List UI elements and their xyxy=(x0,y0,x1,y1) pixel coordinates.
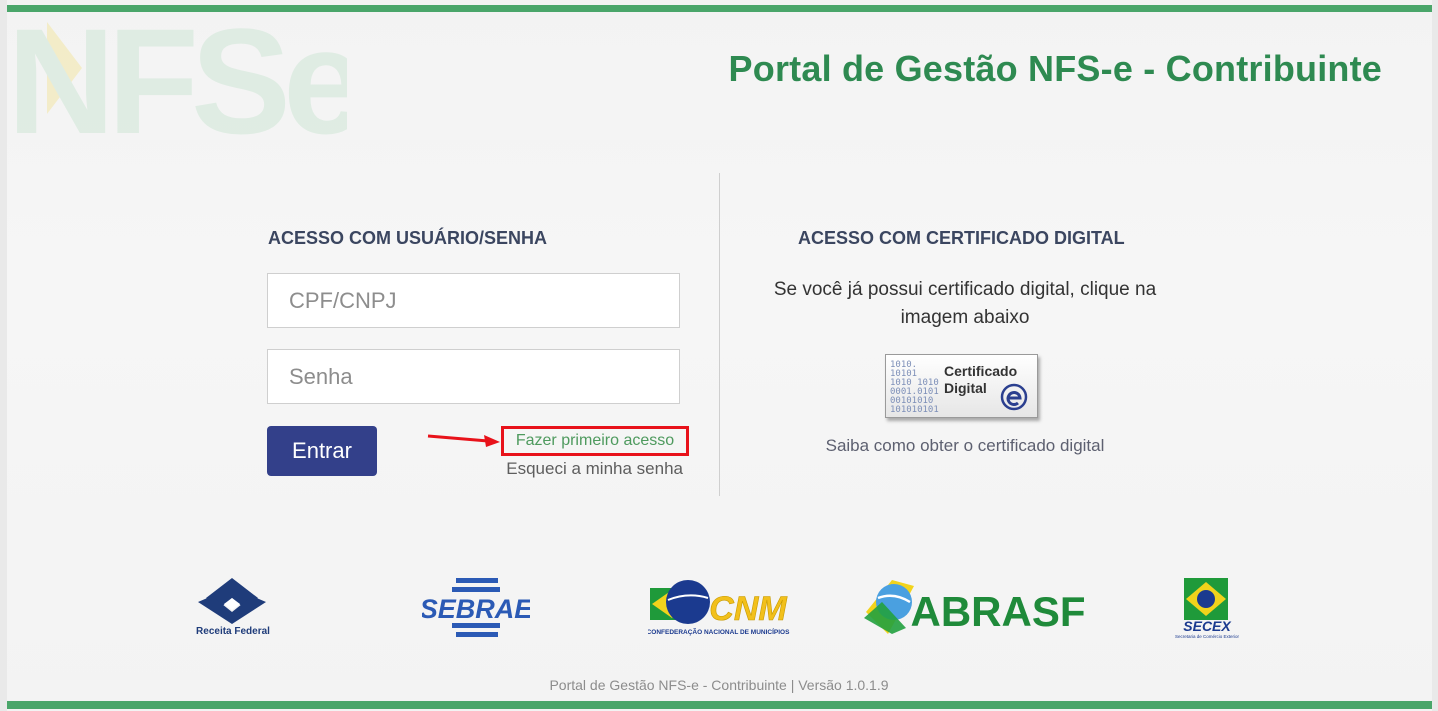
secex-sublabel: Secretaria de Comércio Exterior xyxy=(1175,634,1240,639)
certificate-badge-line2: Digital xyxy=(944,380,987,396)
cpf-cnpj-input[interactable] xyxy=(267,273,680,328)
section-divider xyxy=(719,173,720,496)
sebrae-logo: SEBRAE xyxy=(422,578,530,637)
certificate-instruction: Se você já possui certificado digital, c… xyxy=(773,279,1157,328)
receita-federal-logo: Receita Federal xyxy=(196,578,270,637)
password-input[interactable] xyxy=(267,349,680,404)
logo-text: NFSe xyxy=(7,8,347,138)
page-title: Portal de Gestão NFS-e - Contribuinte xyxy=(728,48,1382,89)
first-access-link[interactable]: Fazer primeiro acesso xyxy=(501,426,689,456)
cnm-sublabel: CONFEDERAÇÃO NACIONAL DE MUNICÍPIOS xyxy=(648,627,790,636)
e-emblem-icon xyxy=(1000,383,1028,411)
certificate-badge-line1: Certificado xyxy=(944,363,1018,379)
binary-pattern-icon: 1010. 10101 1010 1010 0001.0101 00101010 1010… xyxy=(890,360,939,415)
login-button[interactable]: Entrar xyxy=(267,426,377,476)
certificate-section-title: ACESSO COM CERTIFICADO DIGITAL xyxy=(798,228,1125,248)
digital-certificate-button[interactable]: 1010. 10101 1010 1010 0001.0101 00101010 1010… xyxy=(885,354,1038,418)
forgot-password-link[interactable]: Esqueci a minha senha xyxy=(503,459,683,479)
receita-label: Receita Federal xyxy=(196,626,270,637)
login-section-title: ACESSO COM USUÁRIO/SENHA xyxy=(268,228,548,248)
cnm-label: CNM xyxy=(709,590,787,628)
abrasf-label: ABRASF xyxy=(911,588,1086,635)
sebrae-label: SEBRAE xyxy=(422,594,530,624)
abrasf-logo: ABRASF xyxy=(864,580,1086,635)
secex-label: SECEX xyxy=(1183,618,1232,634)
cnm-logo: CNM CONFEDERAÇÃO NACIONAL DE MUNICÍPIOS xyxy=(648,580,790,636)
secex-logo: SECEX Secretaria de Comércio Exterior xyxy=(1175,578,1240,639)
certificate-help-link[interactable]: Saiba como obter o certificado digital xyxy=(740,436,1190,456)
footer-version: Portal de Gestão NFS-e - Contribuinte | … xyxy=(549,677,889,693)
nfse-logo: NFSe xyxy=(7,8,347,138)
bottom-accent-bar xyxy=(7,701,1432,709)
red-arrow-annotation xyxy=(427,434,500,447)
